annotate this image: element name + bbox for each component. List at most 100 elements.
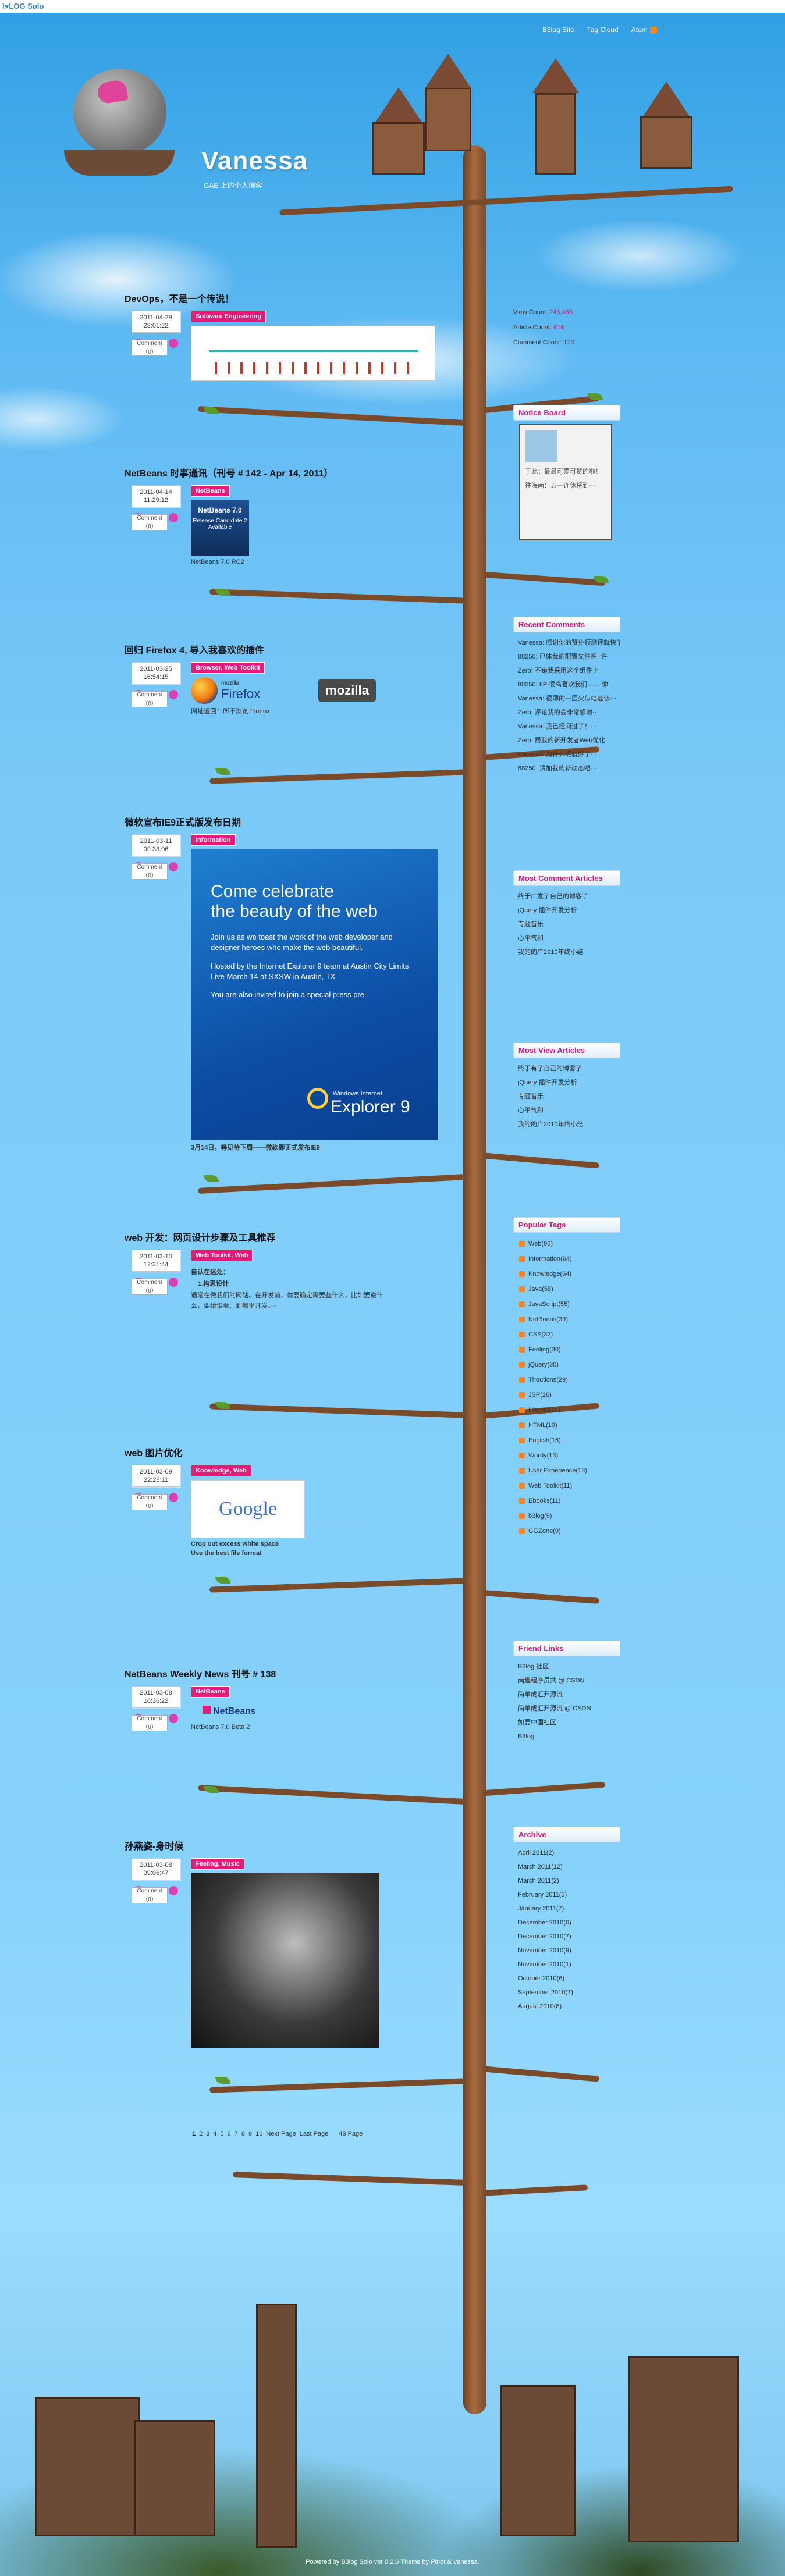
post-title[interactable]: 微软宣布IE9正式版发布日期 — [125, 814, 450, 828]
post-category[interactable]: NetBeans — [191, 485, 230, 497]
post-title[interactable]: web 开发：网页设计步骤及工具推荐 — [125, 1230, 450, 1244]
list-item[interactable]: 简单成汇开源流 @ CSDN — [518, 1702, 620, 1716]
page-link[interactable]: 1 — [192, 2130, 196, 2137]
list-item[interactable]: 专题音乐 — [518, 917, 620, 931]
tag-item[interactable]: User Experience(13) — [519, 1463, 620, 1478]
page-link[interactable]: 4 — [213, 2130, 216, 2137]
tag-item[interactable]: Java(58) — [519, 1282, 620, 1297]
list-item[interactable]: November 2010(1) — [518, 1958, 620, 1972]
list-item[interactable]: January 2011(7) — [518, 1902, 620, 1916]
post-category[interactable]: Software Engineering — [191, 311, 267, 322]
list-item[interactable]: 心平气和 — [518, 1104, 620, 1118]
page-link[interactable]: 3 — [206, 2130, 209, 2137]
devops-diagram-image[interactable] — [191, 326, 435, 381]
post-comments[interactable]: Comment（0） — [132, 1493, 180, 1510]
list-item[interactable]: October 2010(6) — [518, 1972, 620, 1986]
post-comments[interactable]: Comment（0） — [132, 1278, 180, 1295]
post-title[interactable]: NetBeans Weekly News 刊号 # 138 — [125, 1666, 450, 1680]
list-item[interactable]: 我的的广2010年终小结 — [518, 1118, 620, 1132]
list-item[interactable]: Zero: 不错我采用这个组件上 — [518, 664, 620, 678]
list-item[interactable]: Zero: 帮我的新开发者Web优化 — [518, 734, 620, 748]
list-item[interactable]: 心平气和 — [518, 931, 620, 945]
post-category[interactable]: Browser, Web Toolkit — [191, 662, 265, 674]
nav-atom[interactable]: Atom — [631, 26, 657, 34]
tag-item[interactable]: JSP(26) — [519, 1387, 620, 1403]
list-item[interactable]: Vanessa: 感谢你的赞扑领测评就快了 — [518, 636, 620, 650]
post-category[interactable]: Knowledge, Web — [191, 1465, 251, 1476]
list-item[interactable]: March 2011(2) — [518, 1874, 620, 1888]
tag-item[interactable]: Ebooks(11) — [519, 1493, 620, 1508]
list-item[interactable]: December 2010(6) — [518, 1916, 620, 1930]
post-comments[interactable]: Comment（0） — [132, 1886, 180, 1903]
list-item[interactable]: September 2010(7) — [518, 1986, 620, 1999]
tag-item[interactable]: Web(96) — [519, 1236, 620, 1251]
post-category[interactable]: Information — [191, 834, 236, 846]
post-category[interactable]: Feeling, Music — [191, 1858, 244, 1870]
post-title[interactable]: 孙燕姿-身时候 — [125, 1838, 450, 1852]
post-comments[interactable]: Comment（0） — [132, 862, 180, 880]
list-item[interactable]: 88250: 已体我的配置文件吧· 许 — [518, 650, 620, 664]
post-title[interactable]: 回归 Firefox 4, 导入我喜欢的插件 — [125, 642, 450, 656]
tag-item[interactable]: Web Toolkit(11) — [519, 1478, 620, 1493]
tag-item[interactable]: Feeling(30) — [519, 1342, 620, 1357]
tag-item[interactable]: CSS(32) — [519, 1327, 620, 1342]
page-link[interactable]: 9 — [248, 2130, 252, 2137]
tag-item[interactable]: Ubuntu(24) — [519, 1403, 620, 1418]
page-link[interactable]: 5 — [221, 2130, 224, 2137]
list-item[interactable]: Vanessa: 很薄的一层火与电这该··· — [518, 692, 620, 706]
album-cover-image[interactable] — [191, 1873, 379, 2048]
list-item[interactable]: B3log — [518, 1730, 620, 1744]
list-item[interactable]: 88250: 请加我的新动态吧··· — [518, 762, 620, 775]
list-item[interactable]: B3log 社区 — [518, 1660, 620, 1674]
list-item[interactable]: Vanessa: 为什么呢就好了··· — [518, 748, 620, 762]
list-item[interactable]: 终于广发了自己的博客了 — [518, 889, 620, 903]
tag-item[interactable]: Thoutions(29) — [519, 1372, 620, 1387]
page-link[interactable]: 2 — [199, 2130, 203, 2137]
post-comments[interactable]: Comment（0） — [132, 513, 180, 531]
page-link[interactable]: 8 — [241, 2130, 245, 2137]
list-item[interactable]: Zero: 评论我的会非常感谢·· — [518, 706, 620, 720]
tag-item[interactable]: jQuery(30) — [519, 1357, 620, 1372]
site-logo[interactable]: I♥LOG Solo — [2, 2, 44, 10]
list-item[interactable]: 专题音乐 — [518, 1090, 620, 1104]
list-item[interactable]: April 2011(2) — [518, 1846, 620, 1860]
tag-item[interactable]: NetBeans(39) — [519, 1312, 620, 1327]
site-title[interactable]: Vanessa — [201, 147, 308, 176]
tag-item[interactable]: GGZone(9) — [519, 1524, 620, 1539]
list-item[interactable]: December 2010(7) — [518, 1930, 620, 1944]
last-page-link[interactable]: Last Page — [300, 2130, 329, 2137]
list-item[interactable]: 终于有了自己的博客了 — [518, 1062, 620, 1076]
netbeans-logo-image[interactable]: NetBeans — [191, 1701, 450, 1721]
page-link[interactable]: 7 — [235, 2130, 238, 2137]
list-item[interactable]: 我的的广2010年终小结 — [518, 945, 620, 959]
post-comments[interactable]: Comment（0） — [132, 690, 180, 707]
tag-item[interactable]: English(16) — [519, 1433, 620, 1448]
post-category[interactable]: Web Toolkit, Web — [191, 1250, 253, 1261]
page-link[interactable]: 6 — [228, 2130, 231, 2137]
list-item[interactable]: 如要中国社区 — [518, 1716, 620, 1730]
list-item[interactable]: jQuery 插件开发分析 — [518, 903, 620, 917]
list-item[interactable]: 南趣程序员共 @ CSDN — [518, 1674, 620, 1688]
tag-item[interactable]: Knowledge(64) — [519, 1266, 620, 1282]
page-link[interactable]: 10 — [255, 2130, 262, 2137]
post-category[interactable]: NetBeans — [191, 1686, 230, 1698]
post-title[interactable]: NetBeans 时事通讯（刊号 # 142 - Apr 14, 2011） — [125, 465, 450, 479]
post-title[interactable]: web 图片优化 — [125, 1445, 450, 1459]
google-logo-image[interactable]: Google — [191, 1480, 305, 1538]
post-comments[interactable]: Comment（0） — [132, 339, 180, 356]
list-item[interactable]: November 2010(9) — [518, 1944, 620, 1958]
firefox-logo-image[interactable]: mozilla Firefox — [191, 677, 260, 704]
list-item[interactable]: August 2010(8) — [518, 1999, 620, 2013]
tag-item[interactable]: HTML(19) — [519, 1418, 620, 1433]
list-item[interactable]: 简单成汇开源流 — [518, 1688, 620, 1702]
netbeans-rc2-image[interactable]: NetBeans 7.0 Release Candidate 2 Availab… — [191, 500, 249, 556]
list-item[interactable]: February 2011(5) — [518, 1888, 620, 1902]
tag-item[interactable]: JavaScript(55) — [519, 1297, 620, 1312]
nav-b3log-site[interactable]: B3log Site — [542, 26, 574, 34]
nav-tag-cloud[interactable]: Tag Cloud — [587, 26, 619, 34]
tag-item[interactable]: b3log(9) — [519, 1508, 620, 1524]
list-item[interactable]: Vanessa: 我已经问过了！··· — [518, 720, 620, 734]
ie9-banner-image[interactable]: Come celebrate the beauty of the web Joi… — [191, 849, 438, 1140]
next-page-link[interactable]: Next Page — [266, 2130, 296, 2137]
post-comments[interactable]: Comment（0） — [132, 1714, 180, 1731]
